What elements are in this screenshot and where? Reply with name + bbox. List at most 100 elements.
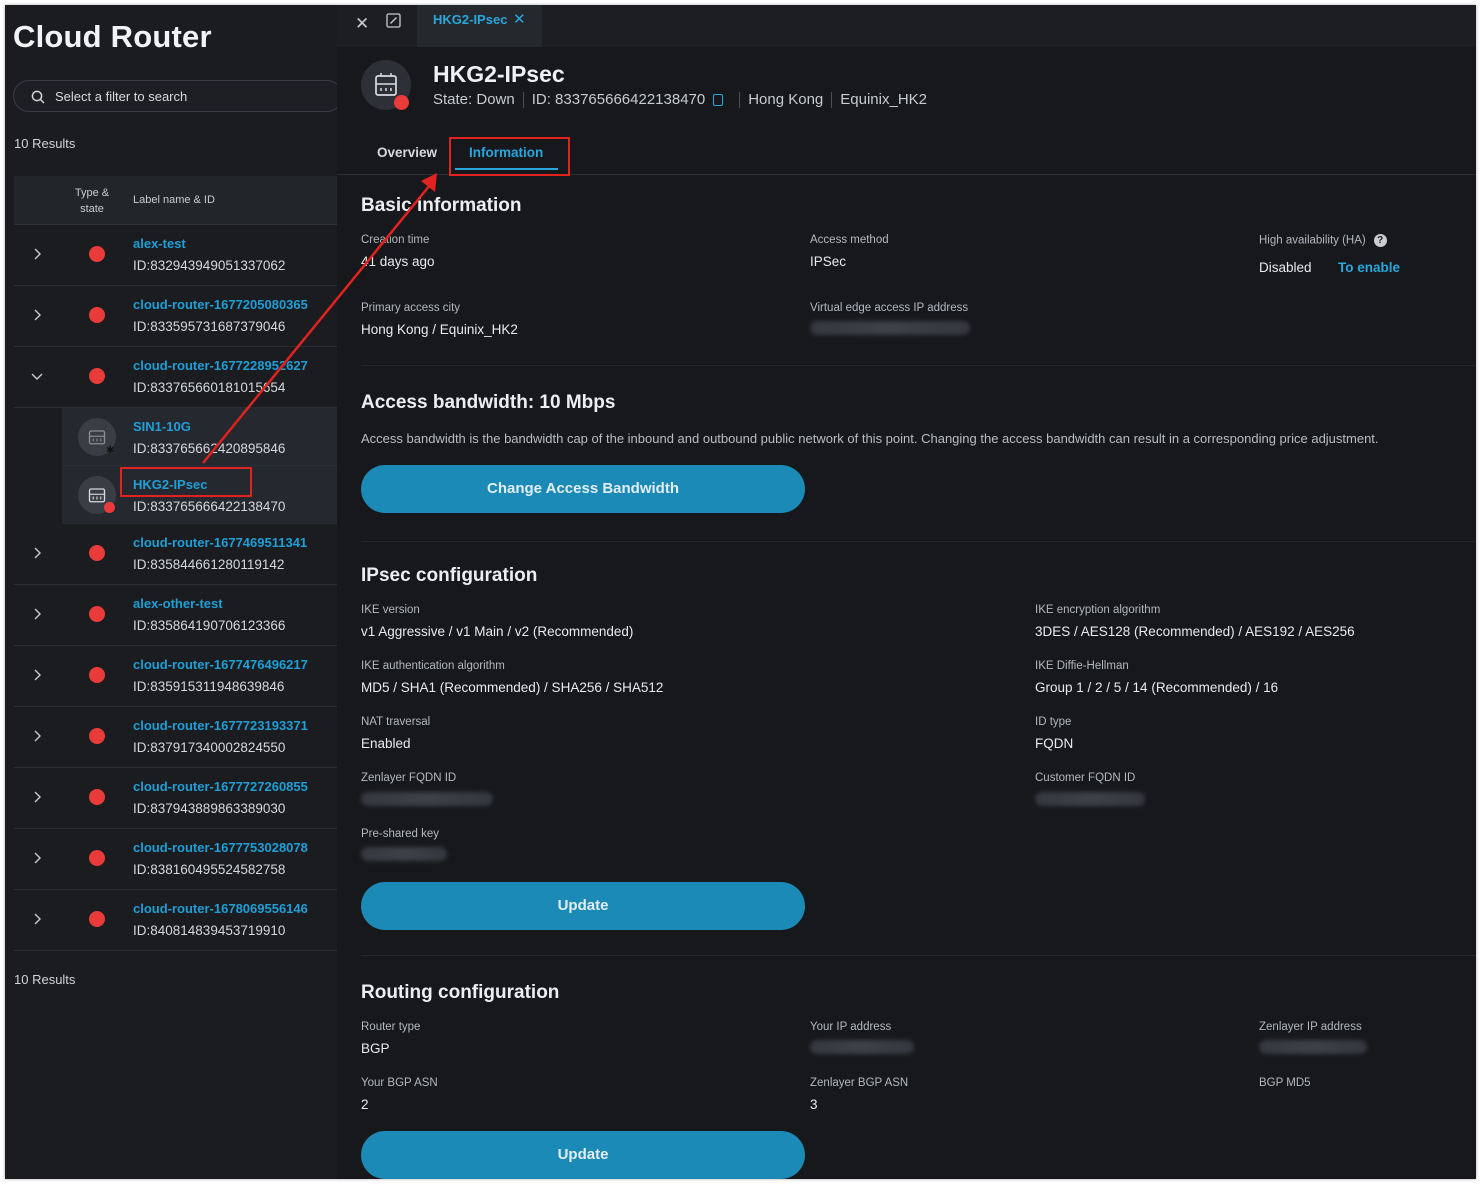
chevron-right-icon[interactable] (30, 607, 44, 621)
child-row[interactable]: ✱ SIN1-10G ID:833765662420895846 (62, 408, 337, 466)
datacenter: Equinix_HK2 (840, 91, 927, 108)
section-routing-title: Routing configuration (361, 982, 560, 1003)
row-name[interactable]: cloud-router-1677476496217 (133, 657, 308, 672)
tab-label: HKG2-IPsec (433, 12, 508, 27)
change-bandwidth-button[interactable]: Change Access Bandwidth (361, 465, 805, 513)
nat-value: Enabled (361, 736, 411, 751)
search-input[interactable]: Select a filter to search (13, 80, 343, 112)
section-basic-title: Basic information (361, 195, 522, 216)
row-name[interactable]: cloud-router-1677228952627 (133, 358, 308, 373)
page-title: HKG2-IPsec (433, 61, 565, 87)
row-name[interactable]: alex-other-test (133, 596, 223, 611)
ha-label-text: High availability (HA) (1259, 234, 1366, 247)
row-name[interactable]: cloud-router-1677205080365 (133, 297, 308, 312)
primary-city-label: Primary access city (361, 302, 461, 314)
your-ip-label: Your IP address (810, 1021, 892, 1033)
divider (361, 955, 1476, 956)
row-name[interactable]: cloud-router-1677753028078 (133, 840, 308, 855)
row-id: ID:833765660181015654 (133, 380, 286, 395)
ike-dh-label: IKE Diffie-Hellman (1035, 660, 1129, 672)
id-type-label: ID type (1035, 716, 1072, 728)
ike-auth-label: IKE authentication algorithm (361, 660, 505, 672)
ike-encryption-label: IKE encryption algorithm (1035, 604, 1161, 616)
divider (739, 91, 741, 108)
table-row[interactable]: cloud-router-1678069556146 ID:84081483945… (14, 890, 337, 951)
state-down-dot (89, 246, 105, 262)
table-row[interactable]: cloud-router-1677228952627 ID:83376566018… (14, 347, 337, 408)
router-table: Type & state Label name & ID alex-test ID… (14, 176, 337, 951)
enable-ha-link[interactable]: To enable (1338, 260, 1400, 275)
row-id: ID:838160495524582758 (133, 862, 286, 877)
redacted-value (361, 792, 493, 806)
copy-icon[interactable] (713, 93, 724, 106)
table-row[interactable]: cloud-router-1677723193371 ID:83791734000… (14, 707, 337, 768)
table-row[interactable]: alex-other-test ID:835864190706123366 (14, 585, 337, 646)
row-name[interactable]: cloud-router-1678069556146 (133, 901, 308, 916)
bgp-md5-label: BGP MD5 (1259, 1077, 1311, 1089)
primary-city-value: Hong Kong / Equinix_HK2 (361, 322, 518, 337)
row-id: ID:837917340002824550 (133, 740, 286, 755)
app-title: Cloud Router (13, 19, 212, 54)
table-row[interactable]: cloud-router-1677476496217 ID:83591531194… (14, 646, 337, 707)
zenlayer-asn-value: 3 (810, 1097, 818, 1112)
chevron-down-icon[interactable] (30, 369, 44, 383)
results-count-bottom: 10 Results (14, 972, 76, 987)
chevron-right-icon[interactable] (30, 308, 44, 322)
ike-version-value: v1 Aggressive / v1 Main / v2 (Recommende… (361, 624, 634, 639)
section-bandwidth-title: Access bandwidth: 10 Mbps (361, 392, 616, 413)
access-method-label: Access method (810, 234, 889, 246)
chevron-right-icon[interactable] (30, 790, 44, 804)
row-name[interactable]: cloud-router-1677723193371 (133, 718, 308, 733)
row-id: ID:833765662420895846 (133, 441, 286, 456)
state-down-dot (89, 307, 105, 323)
state-down-dot (89, 728, 105, 744)
state-down-dot (89, 911, 105, 927)
tab-overview[interactable]: Overview (377, 145, 437, 160)
table-row[interactable]: cloud-router-1677753028078 ID:83816049552… (14, 829, 337, 890)
update-ipsec-button[interactable]: Update (361, 882, 805, 930)
search-placeholder: Select a filter to search (55, 89, 188, 104)
chevron-right-icon[interactable] (30, 729, 44, 743)
popout-icon[interactable] (386, 13, 401, 28)
table-row[interactable]: cloud-router-1677469511341 ID:83584466128… (14, 524, 337, 585)
table-row[interactable]: cloud-router-1677727260855 ID:83794388986… (14, 768, 337, 829)
table-header: Type & state Label name & ID (14, 176, 337, 225)
row-id: ID:837943889863389030 (133, 801, 286, 816)
redacted-value (1035, 792, 1145, 806)
row-name[interactable]: cloud-router-1677469511341 (133, 535, 307, 550)
router-icon (375, 73, 397, 96)
help-icon[interactable]: ? (1373, 234, 1387, 247)
divider (831, 91, 833, 108)
creation-time-label: Creation time (361, 234, 430, 246)
close-panel-icon[interactable]: ✕ (355, 14, 369, 34)
state-down-dot (89, 667, 105, 683)
chevron-right-icon[interactable] (30, 668, 44, 682)
divider (361, 541, 1476, 542)
row-name[interactable]: alex-test (133, 236, 186, 251)
update-routing-button[interactable]: Update (361, 1131, 805, 1179)
chevron-right-icon[interactable] (30, 247, 44, 261)
table-row[interactable]: alex-test ID:832943949051337062 (14, 225, 337, 286)
customer-fqdn-label: Customer FQDN ID (1035, 772, 1136, 784)
close-tab-icon[interactable]: ✕ (513, 10, 526, 28)
divider (361, 365, 1476, 366)
chevron-right-icon[interactable] (30, 912, 44, 926)
tab-hkg2-ipsec[interactable]: HKG2-IPsec ✕ (417, 5, 542, 47)
psk-label: Pre-shared key (361, 828, 439, 840)
table-row[interactable]: cloud-router-1677205080365 ID:83359573168… (14, 286, 337, 347)
bandwidth-description: Access bandwidth is the bandwidth cap of… (361, 431, 1379, 446)
panel-tabbar: ✕ HKG2-IPsec ✕ (337, 5, 1476, 47)
row-id: ID:835864190706123366 (133, 618, 286, 633)
chevron-right-icon[interactable] (30, 546, 44, 560)
redacted-value (810, 321, 970, 335)
redacted-value (361, 847, 447, 861)
chevron-right-icon[interactable] (30, 851, 44, 865)
row-name[interactable]: cloud-router-1677727260855 (133, 779, 308, 794)
state-down-dot (394, 95, 409, 110)
router-type-value: BGP (361, 1041, 390, 1056)
ike-version-label: IKE version (361, 604, 420, 616)
zenlayer-fqdn-label: Zenlayer FQDN ID (361, 772, 457, 784)
state-down-dot (89, 850, 105, 866)
row-name[interactable]: SIN1-10G (133, 419, 191, 434)
ike-dh-value: Group 1 / 2 / 5 / 14 (Recommended) / 16 (1035, 680, 1279, 695)
